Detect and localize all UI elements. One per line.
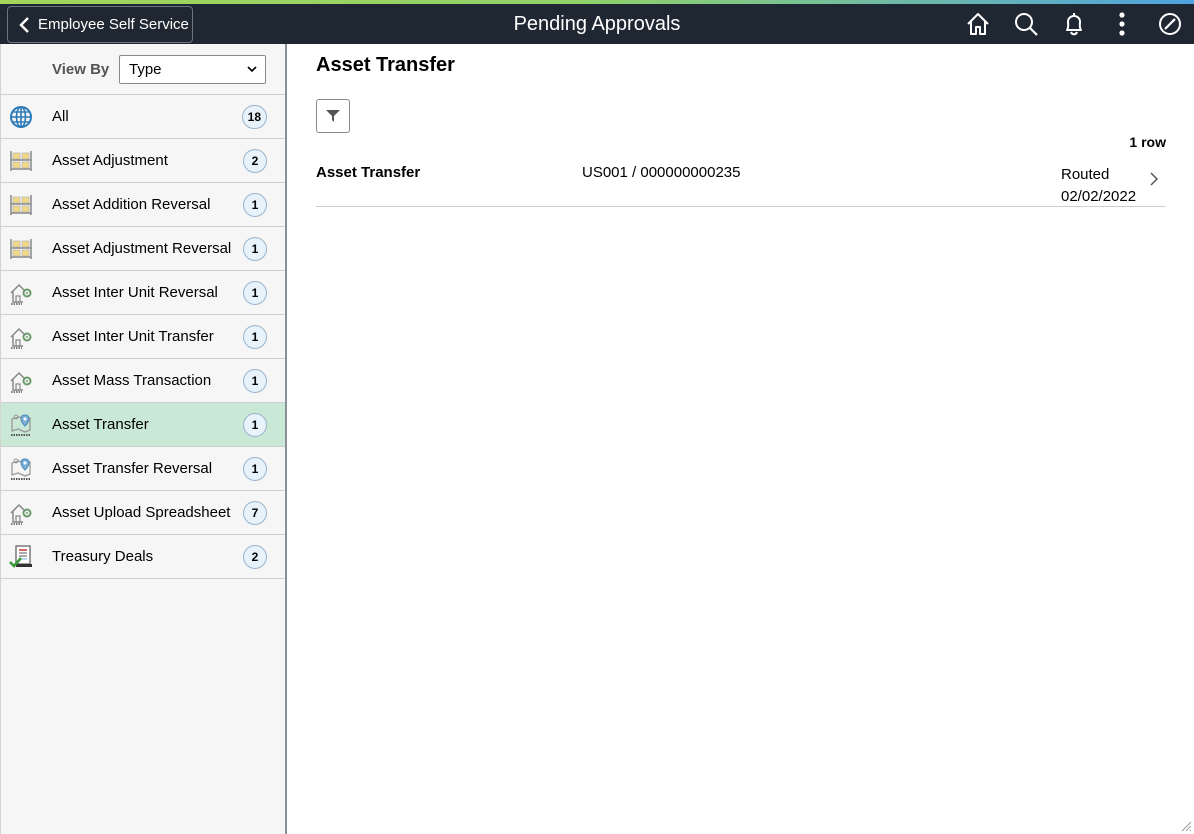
row-type: Asset Transfer bbox=[316, 164, 421, 181]
count-badge: 1 bbox=[243, 236, 267, 261]
count-badge: 2 bbox=[243, 544, 267, 569]
row-id: US001 / 000000000235 bbox=[582, 164, 741, 181]
notifications-button[interactable] bbox=[1050, 4, 1098, 44]
view-by-row: View By Type bbox=[1, 44, 285, 95]
type-list: All 18 Asset Adjustment 2 Asset Addition Rev… bbox=[1, 95, 285, 579]
sidebar-item-all[interactable]: All 18 bbox=[1, 95, 285, 139]
view-by-label: View By bbox=[52, 60, 110, 78]
chevron-right-icon bbox=[1150, 172, 1158, 186]
sidebar-item-asset-adjustment-reversal[interactable]: Asset Adjustment Reversal 1 bbox=[1, 227, 285, 271]
count-badge: 7 bbox=[243, 500, 267, 525]
sidebar-item-asset-inter-unit-transfer[interactable]: Asset Inter Unit Transfer 1 bbox=[1, 315, 285, 359]
page-title: Asset Transfer bbox=[316, 54, 455, 76]
count-badge: 2 bbox=[243, 148, 267, 173]
sidebar-item-asset-upload-spreadsheet[interactable]: Asset Upload Spreadsheet 7 bbox=[1, 491, 285, 535]
sidebar-item-asset-mass-transaction[interactable]: Asset Mass Transaction 1 bbox=[1, 359, 285, 403]
search-button[interactable] bbox=[1002, 4, 1050, 44]
main-content: Asset Transfer 1 row Asset Transfer US00… bbox=[288, 44, 1194, 834]
sidebar-item-asset-inter-unit-reversal[interactable]: Asset Inter Unit Reversal 1 bbox=[1, 271, 285, 315]
more-actions-icon bbox=[1119, 12, 1125, 36]
sidebar-item-label: Treasury Deals bbox=[52, 548, 154, 565]
search-icon bbox=[1015, 13, 1038, 36]
house-gear-icon bbox=[7, 367, 35, 395]
sidebar-item-label: Asset Inter Unit Transfer bbox=[52, 328, 214, 345]
count-badge: 1 bbox=[243, 280, 267, 305]
count-badge: 18 bbox=[241, 104, 267, 129]
table-row[interactable]: Asset Transfer US001 / 000000000235 Rout… bbox=[316, 156, 1166, 207]
sidebar-item-label: Asset Inter Unit Reversal bbox=[52, 284, 218, 301]
count-badge: 1 bbox=[243, 456, 267, 481]
navbar-button[interactable] bbox=[1146, 4, 1194, 44]
header-actions bbox=[954, 4, 1194, 44]
sidebar-item-label: Asset Transfer Reversal bbox=[52, 460, 213, 477]
sidebar-item-treasury-deals[interactable]: Treasury Deals 2 bbox=[1, 535, 285, 579]
row-status-block: Routed 02/02/2022 bbox=[1061, 164, 1136, 208]
filter-button[interactable] bbox=[316, 99, 350, 133]
row-date: 02/02/2022 bbox=[1061, 188, 1137, 205]
sidebar-item-asset-adjustment[interactable]: Asset Adjustment 2 bbox=[1, 139, 285, 183]
chevron-down-icon bbox=[247, 66, 257, 73]
chevron-left-icon bbox=[19, 16, 29, 33]
resize-grip-icon[interactable] bbox=[1180, 820, 1192, 832]
sidebar-item-label: Asset Addition Reversal bbox=[52, 196, 211, 213]
globe-icon bbox=[7, 103, 35, 131]
shelf-icon bbox=[7, 147, 35, 175]
back-button-label: Employee Self Service bbox=[38, 16, 189, 33]
sidebar-item-label: Asset Upload Spreadsheet bbox=[52, 504, 231, 521]
view-by-select[interactable]: Type bbox=[119, 54, 266, 84]
count-badge: 1 bbox=[243, 412, 267, 437]
count-badge: 1 bbox=[243, 192, 267, 217]
house-gear-icon bbox=[7, 279, 35, 307]
sidebar-item-label: Asset Adjustment bbox=[52, 152, 168, 169]
more-actions-button[interactable] bbox=[1098, 4, 1146, 44]
shelf-icon bbox=[7, 191, 35, 219]
shelf-icon bbox=[7, 235, 35, 263]
sidebar-item-label: Asset Adjustment Reversal bbox=[52, 240, 232, 257]
sidebar-item-asset-addition-reversal[interactable]: Asset Addition Reversal 1 bbox=[1, 183, 285, 227]
compass-icon bbox=[1159, 13, 1181, 35]
home-button[interactable] bbox=[954, 4, 1002, 44]
approved-document-icon bbox=[7, 543, 35, 571]
sidebar-item-asset-transfer-reversal[interactable]: Asset Transfer Reversal 1 bbox=[1, 447, 285, 491]
house-gear-icon bbox=[7, 499, 35, 527]
filter-icon bbox=[326, 110, 340, 122]
sidebar-item-label: Asset Transfer bbox=[52, 416, 149, 433]
house-gear-icon bbox=[7, 323, 35, 351]
row-status: Routed bbox=[1061, 166, 1110, 183]
sidebar: View By Type All 18 Asset Adjustment 2 Asset… bbox=[0, 44, 287, 834]
count-badge: 1 bbox=[243, 324, 267, 349]
map-pin-icon bbox=[7, 455, 35, 483]
row-count: 1 row bbox=[1129, 134, 1166, 150]
map-pin-icon bbox=[7, 411, 35, 439]
home-icon bbox=[967, 13, 989, 35]
sidebar-item-label: All bbox=[52, 108, 69, 125]
sidebar-item-asset-transfer[interactable]: Asset Transfer 1 bbox=[1, 403, 285, 447]
view-by-value: Type bbox=[129, 60, 162, 78]
bell-icon bbox=[1066, 13, 1082, 36]
back-button[interactable]: Employee Self Service bbox=[7, 6, 193, 43]
sidebar-item-label: Asset Mass Transaction bbox=[52, 372, 212, 389]
count-badge: 1 bbox=[243, 368, 267, 393]
top-banner: Employee Self Service Pending Approvals bbox=[0, 4, 1194, 44]
